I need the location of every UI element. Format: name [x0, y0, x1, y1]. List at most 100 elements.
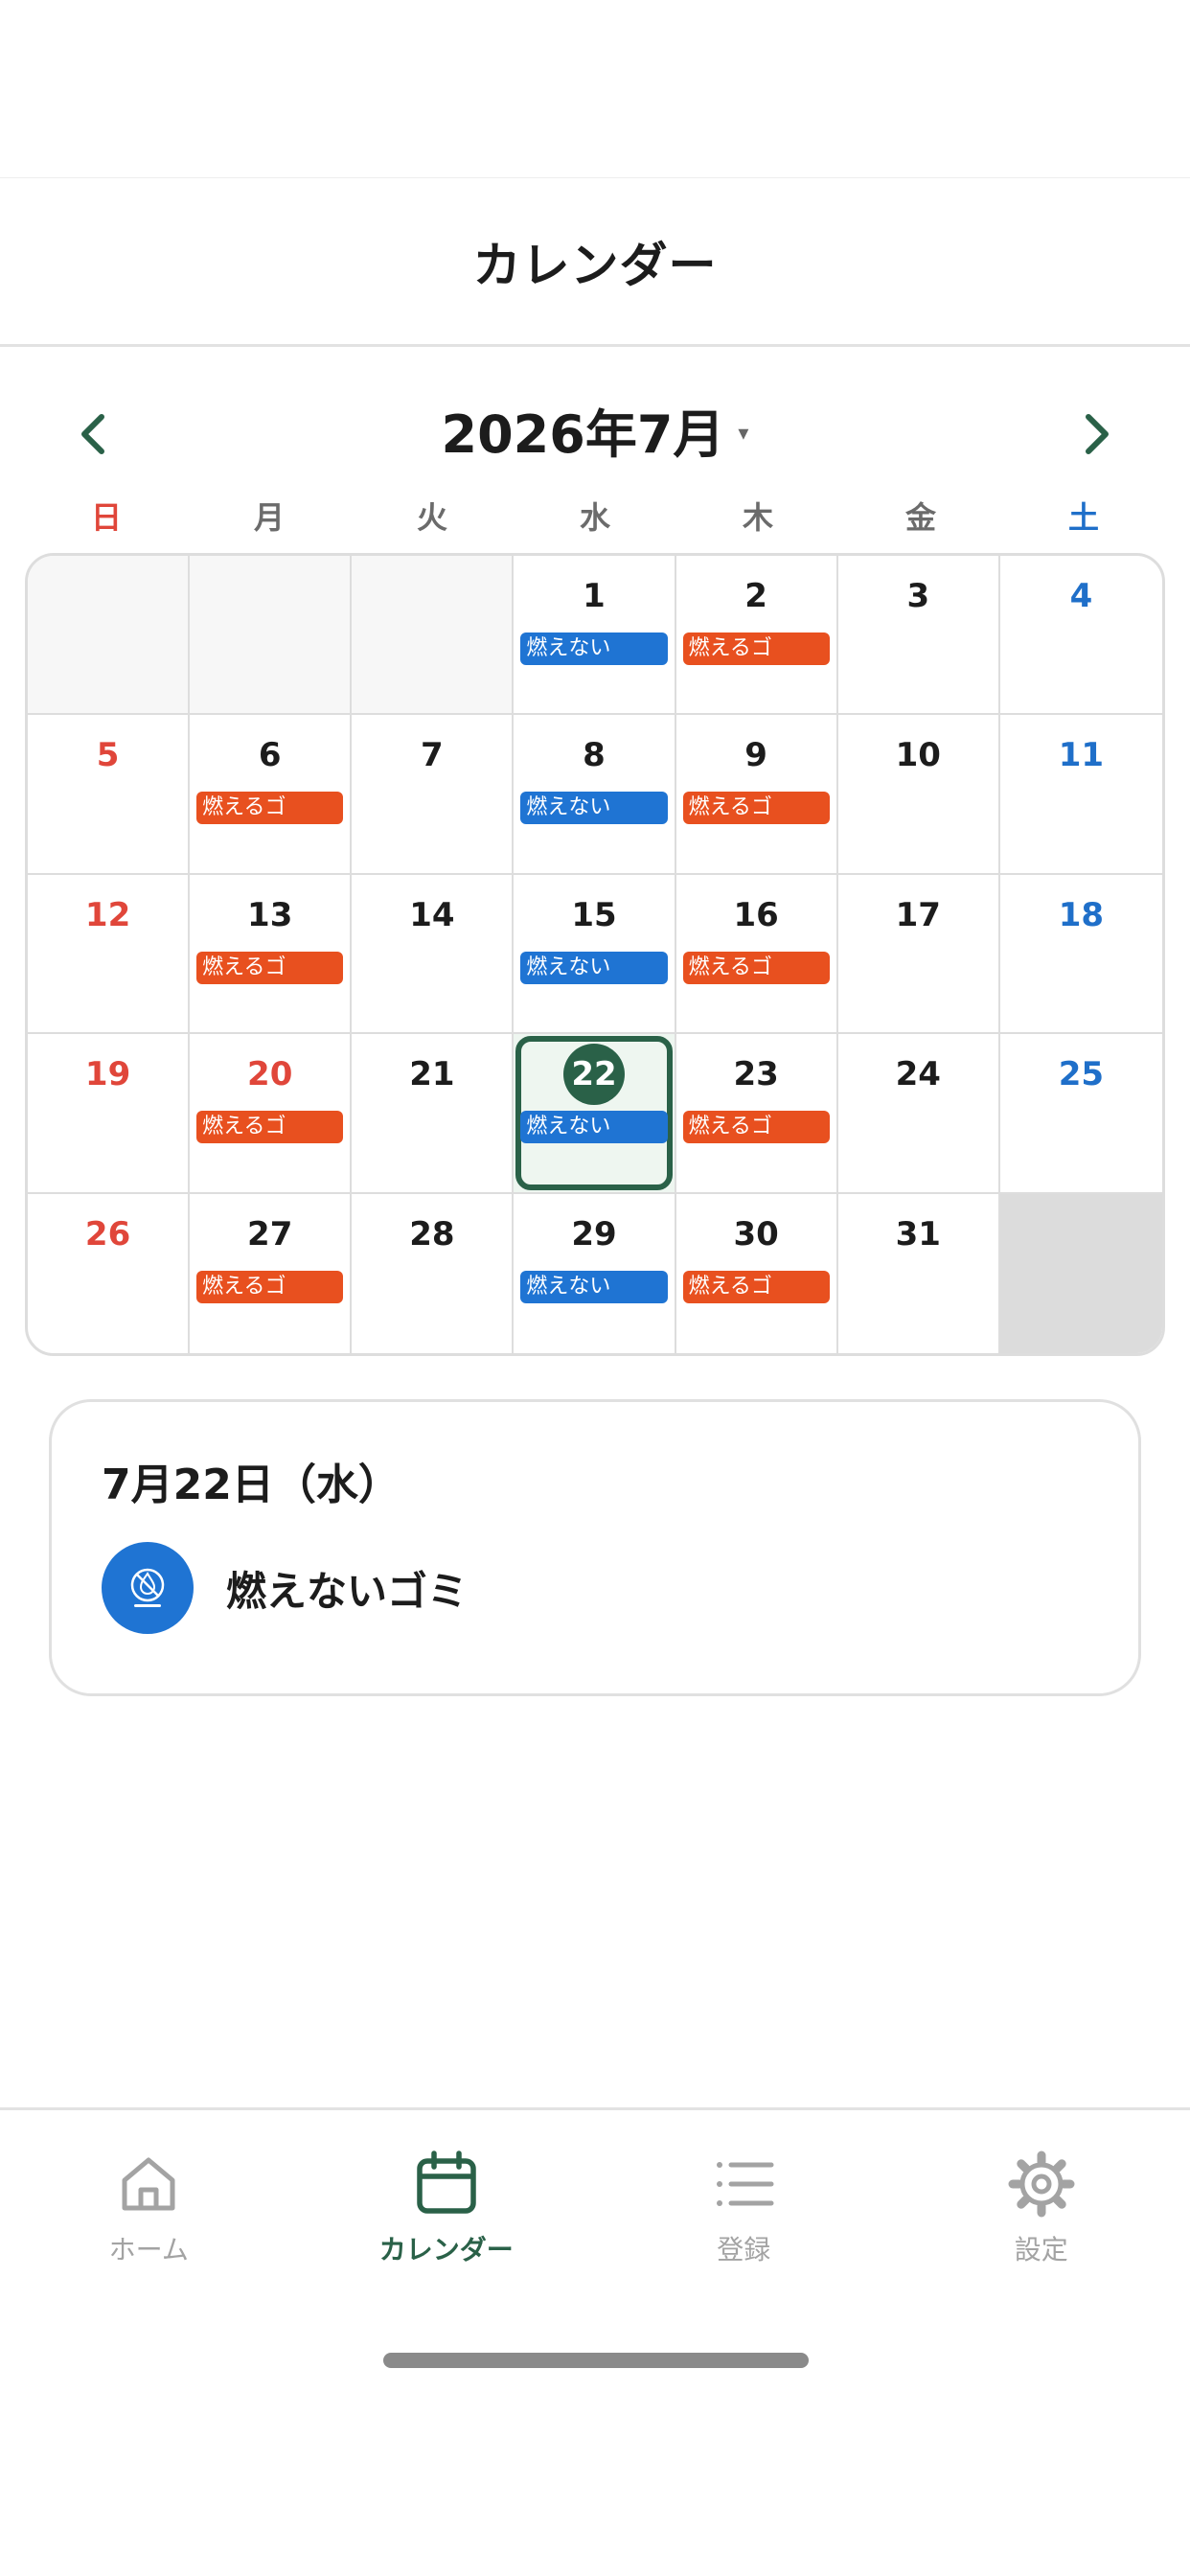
weekday-label: 日: [90, 499, 122, 536]
day-number: 11: [1058, 736, 1105, 775]
day-cell[interactable]: 5: [28, 715, 191, 875]
day-number: 29: [571, 1214, 617, 1254]
day-cell[interactable]: 24: [837, 1034, 1000, 1194]
burnable-tag: 燃えるゴ: [196, 1270, 344, 1303]
day-cell[interactable]: 23 燃えるゴ: [675, 1034, 838, 1194]
day-cell[interactable]: 29 燃えない: [514, 1193, 676, 1353]
day-number: 24: [895, 1055, 941, 1094]
day-cell[interactable]: 11: [999, 715, 1162, 875]
empty-day-cell: [28, 556, 191, 716]
day-cell[interactable]: 22 燃えない: [514, 1034, 676, 1194]
collection-label: 燃えないゴミ: [226, 1567, 469, 1615]
day-cell[interactable]: 28: [352, 1193, 515, 1353]
burnable-tag: 燃えるゴ: [682, 1270, 830, 1303]
day-cell[interactable]: 3: [837, 556, 1000, 716]
empty-day-cell: [999, 1193, 1162, 1353]
day-number: 30: [733, 1214, 779, 1254]
day-number: 31: [895, 1214, 941, 1254]
day-cell[interactable]: 30 燃えるゴ: [676, 1193, 838, 1353]
chevron-left-icon: [81, 414, 104, 454]
day-cell[interactable]: 25: [999, 1034, 1162, 1194]
day-cell[interactable]: 17: [837, 874, 1000, 1035]
weekday-label: 水: [579, 499, 610, 536]
day-cell[interactable]: 15 燃えない: [514, 874, 676, 1035]
day-cell[interactable]: 21: [352, 1034, 515, 1194]
caret-down-icon: ▾: [738, 421, 749, 446]
day-number: 18: [1058, 895, 1105, 934]
chevron-right-icon: [1086, 414, 1109, 454]
non-burnable-trash-icon: [102, 1542, 194, 1634]
empty-day-cell: [190, 556, 353, 716]
non-burnable-tag: 燃えない: [520, 1111, 668, 1144]
day-number: 8: [583, 736, 606, 775]
day-cell[interactable]: 13 燃えるゴ: [190, 874, 353, 1035]
day-cell[interactable]: 19: [28, 1034, 191, 1194]
day-number: 16: [733, 895, 779, 934]
day-number: 13: [247, 895, 293, 934]
nav-header: カレンダー: [0, 177, 1190, 347]
non-burnable-tag: 燃えない: [520, 792, 668, 825]
day-number: 2: [744, 577, 767, 615]
collection-item[interactable]: 燃えないゴミ: [102, 1542, 468, 1634]
day-number: 28: [409, 1214, 455, 1254]
day-number: 25: [1058, 1055, 1105, 1094]
day-cell[interactable]: 7: [352, 715, 515, 875]
day-cell[interactable]: 18: [999, 875, 1162, 1035]
day-cell[interactable]: 9 燃えるゴ: [675, 715, 838, 875]
selected-day-number: 22: [562, 1044, 625, 1106]
day-cell[interactable]: 12: [28, 874, 191, 1035]
previous-month-button[interactable]: [59, 401, 126, 468]
tab-home[interactable]: ホーム: [0, 2110, 298, 2299]
home-icon: [122, 2157, 175, 2211]
day-cell[interactable]: 1 燃えない: [514, 556, 676, 716]
day-number: 20: [247, 1055, 293, 1094]
tab-bar: ホーム カレンダー 登録 設定: [0, 2107, 1190, 2299]
day-cell[interactable]: 31: [838, 1193, 1000, 1353]
day-number: 5: [96, 736, 120, 775]
day-number: 1: [583, 577, 606, 615]
tab-calendar[interactable]: カレンダー: [298, 2110, 596, 2299]
day-cell[interactable]: 10: [837, 715, 1000, 875]
month-picker[interactable]: 2026年7月 ▾: [442, 392, 749, 468]
day-number: 9: [744, 736, 767, 775]
tab-label: ホーム: [108, 2234, 189, 2266]
burnable-tag: 燃えるゴ: [682, 792, 830, 825]
day-cell[interactable]: 20 燃えるゴ: [190, 1034, 353, 1194]
burnable-tag: 燃えるゴ: [196, 951, 344, 984]
day-number: 23: [733, 1055, 779, 1094]
day-number: 17: [895, 895, 941, 934]
day-cell[interactable]: 4: [999, 556, 1162, 716]
day-number: 21: [409, 1055, 455, 1094]
day-number: 27: [247, 1214, 293, 1254]
day-number: 14: [409, 895, 455, 934]
day-cell[interactable]: 8 燃えない: [514, 715, 676, 875]
day-cell[interactable]: 26: [28, 1193, 191, 1353]
tab-register[interactable]: 登録: [595, 2110, 893, 2299]
weekday-label: 月: [253, 499, 285, 536]
non-burnable-tag: 燃えない: [520, 1270, 668, 1303]
day-number: 7: [421, 736, 444, 775]
day-number: 15: [571, 895, 617, 934]
home-indicator: [383, 2353, 809, 2368]
day-number: 3: [906, 577, 930, 615]
list-icon: [717, 2162, 774, 2206]
day-number: 12: [84, 895, 131, 934]
non-burnable-tag: 燃えない: [520, 632, 668, 665]
tab-settings[interactable]: 設定: [893, 2110, 1190, 2299]
day-cell[interactable]: 14: [352, 874, 515, 1035]
day-cell[interactable]: 2 燃えるゴ: [675, 556, 838, 716]
day-number: 6: [258, 736, 282, 775]
selected-day-card: 7月22日（水） 燃えないゴミ: [49, 1399, 1141, 1696]
day-number: 26: [84, 1214, 131, 1254]
gear-icon: [1008, 2150, 1075, 2218]
day-cell[interactable]: 27 燃えるゴ: [190, 1193, 353, 1353]
day-cell[interactable]: 16 燃えるゴ: [675, 874, 838, 1035]
tab-label: 設定: [1014, 2234, 1068, 2266]
weekday-header: 日 月 火 水 木 金 土: [25, 494, 1165, 546]
page-title: カレンダー: [472, 237, 718, 293]
weekday-label: 火: [416, 499, 447, 536]
next-month-button[interactable]: [1064, 401, 1131, 468]
day-cell[interactable]: 6 燃えるゴ: [190, 715, 353, 875]
burnable-tag: 燃えるゴ: [682, 1111, 830, 1144]
tab-label: 登録: [717, 2234, 771, 2266]
